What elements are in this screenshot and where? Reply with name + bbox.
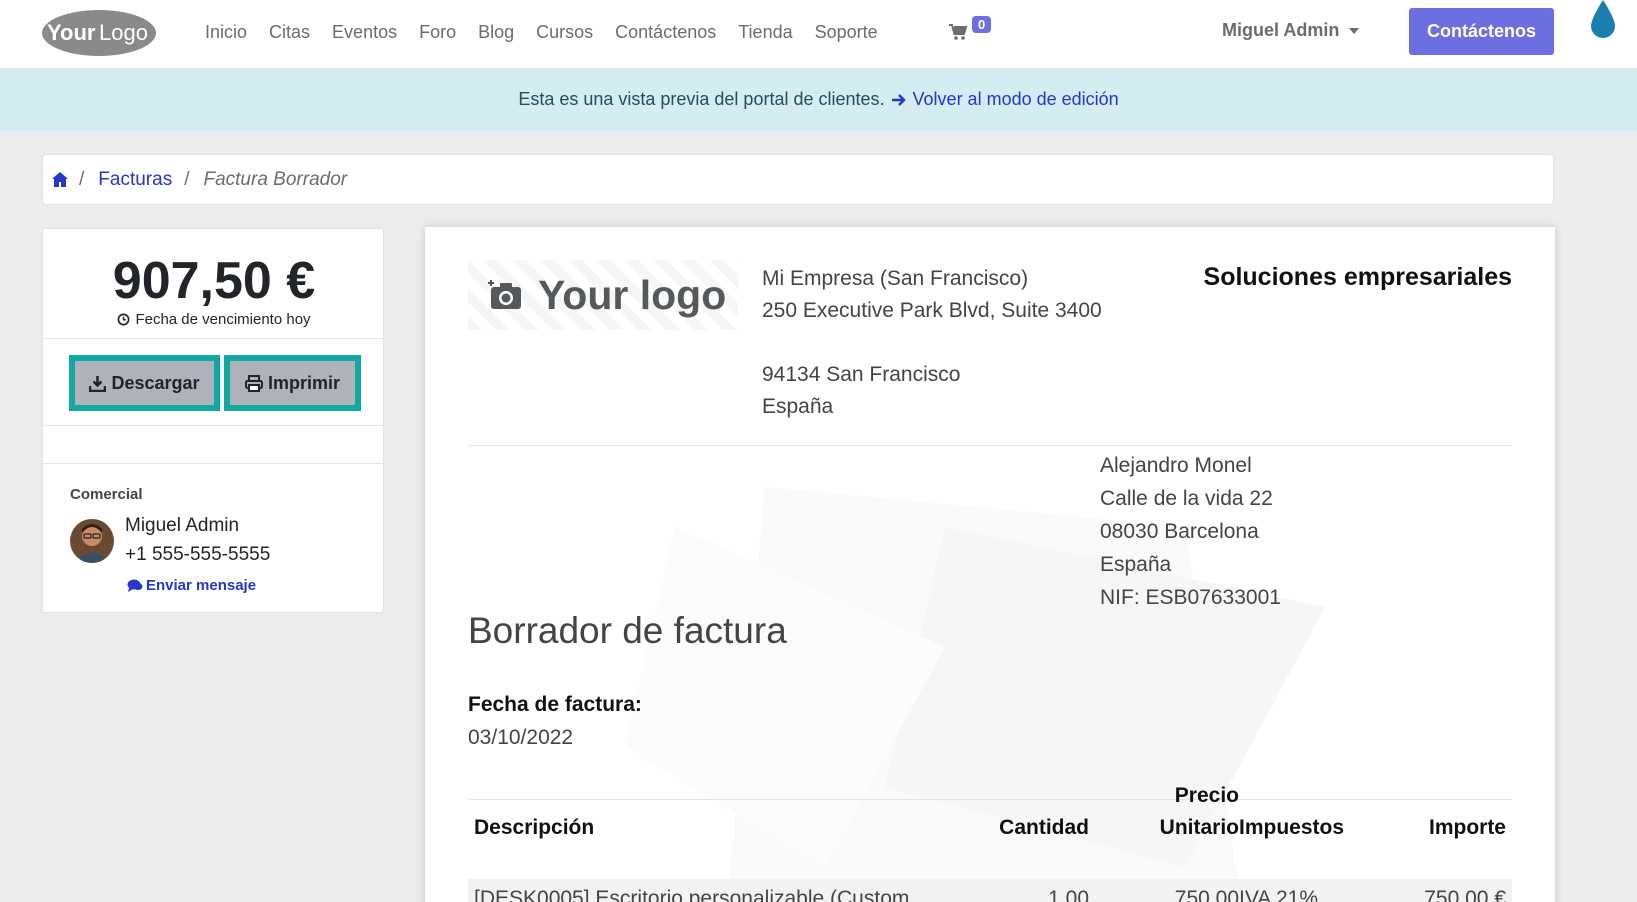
invoice-date: 03/10/2022: [468, 726, 574, 749]
customer-country: España: [1100, 553, 1172, 576]
company-city: 94134 San Francisco: [762, 363, 961, 386]
column-header-unit-price-line1: Precio: [1174, 784, 1239, 807]
salesperson-name: Miguel Admin: [125, 515, 240, 536]
nav-tienda[interactable]: Tienda: [738, 20, 792, 44]
invoice-document: Your logo Mi Empresa (San Francisco) 250…: [425, 227, 1555, 902]
row-taxes: IVA 21%: [1239, 887, 1318, 902]
customer-city: 08030 Barcelona: [1100, 520, 1259, 543]
salesperson-label: Comercial: [70, 486, 143, 503]
caret-down-icon: [1349, 27, 1360, 34]
company-logo-placeholder: Your logo: [468, 260, 738, 330]
water-drop-icon[interactable]: [1588, 0, 1618, 40]
divider: [468, 799, 1512, 800]
arrow-right-icon: [891, 93, 906, 106]
breadcrumb-separator: /: [79, 168, 85, 190]
divider: [43, 338, 385, 339]
contact-us-button[interactable]: Contáctenos: [1409, 8, 1554, 55]
invoice-title: Borrador de factura: [468, 610, 787, 651]
nav-blog[interactable]: Blog: [478, 20, 514, 44]
due-date: Fecha de vencimiento hoy: [43, 311, 385, 328]
company-address: Mi Empresa (San Francisco) 250 Executive…: [762, 263, 1102, 423]
column-header-taxes: Impuestos: [1239, 816, 1345, 839]
download-icon: [89, 375, 107, 392]
company-name: Mi Empresa (San Francisco): [762, 267, 1029, 290]
user-menu-dropdown[interactable]: Miguel Admin: [1222, 20, 1360, 41]
nav-eventos[interactable]: Eventos: [332, 20, 397, 44]
send-message-label: Enviar mensaje: [146, 577, 257, 594]
svg-text:Your: Your: [47, 20, 96, 45]
nav-contactenos[interactable]: Contáctenos: [615, 20, 716, 44]
print-label: Imprimir: [267, 372, 341, 393]
company-country: España: [762, 395, 834, 418]
download-button[interactable]: Descargar: [69, 355, 220, 411]
clock-icon: [117, 313, 130, 326]
camera-icon: [488, 280, 521, 309]
customer-name: Alejandro Monel: [1100, 454, 1252, 477]
print-icon: [244, 374, 263, 392]
breadcrumb: / Facturas / Factura Borrador: [42, 154, 1554, 205]
comments-icon: [127, 579, 143, 592]
nav-inicio[interactable]: Inicio: [205, 20, 247, 44]
salesperson-phone: +1 555-555-5555: [125, 544, 271, 565]
cart-icon[interactable]: [948, 22, 968, 42]
salesperson-avatar: [70, 519, 114, 563]
company-street: 250 Executive Park Blvd, Suite 3400: [762, 299, 1102, 322]
main-nav: Inicio Citas Eventos Foro Blog Cursos Co…: [205, 20, 900, 44]
column-header-quantity: Cantidad: [999, 816, 1089, 839]
svg-text:Logo: Logo: [99, 20, 148, 45]
nav-cursos[interactable]: Cursos: [536, 20, 593, 44]
breadcrumb-invoices-link[interactable]: Facturas: [98, 169, 172, 191]
row-unit-price: 750,00: [1174, 887, 1239, 902]
customer-address: Alejandro Monel Calle de la vida 22 0803…: [1100, 449, 1281, 614]
row-description: [DESK0005] Escritorio personalizable (Cu…: [474, 887, 910, 902]
brand-logo[interactable]: Your Logo: [41, 8, 161, 58]
cart-count-badge: 0: [972, 16, 992, 33]
preview-banner: Esta es una vista previa del portal de c…: [0, 68, 1637, 131]
column-header-amount: Importe: [1428, 816, 1506, 839]
invoice-summary-card: 907,50 € Fecha de vencimiento hoy Descar…: [42, 228, 385, 613]
breadcrumb-current: Factura Borrador: [203, 168, 348, 190]
divider: [43, 425, 385, 426]
send-message-link[interactable]: Enviar mensaje: [127, 577, 256, 594]
nav-soporte[interactable]: Soporte: [815, 20, 878, 44]
column-header-description: Descripción: [474, 816, 595, 839]
top-navbar: Your Logo Inicio Citas Eventos Foro Blog…: [0, 0, 1637, 68]
customer-vat: NIF: ESB07633001: [1100, 586, 1281, 609]
back-to-edit-link[interactable]: Volver al modo de edición: [891, 89, 1119, 110]
invoice-date-label: Fecha de factura:: [468, 693, 642, 716]
download-label: Descargar: [111, 372, 200, 393]
home-icon[interactable]: [51, 171, 69, 189]
breadcrumb-separator: /: [184, 168, 190, 190]
nav-foro[interactable]: Foro: [419, 20, 456, 44]
amount-due: 907,50 €: [112, 252, 316, 310]
customer-street: Calle de la vida 22: [1100, 487, 1273, 510]
logo-placeholder-text: Your logo: [538, 271, 727, 318]
divider: [468, 445, 1512, 446]
divider: [43, 463, 385, 464]
print-button[interactable]: Imprimir: [224, 355, 361, 411]
row-quantity: 1,00: [1048, 887, 1089, 902]
row-amount: 750,00 €: [1424, 887, 1506, 902]
user-name: Miguel Admin: [1222, 20, 1340, 40]
due-date-text: Fecha de vencimiento hoy: [135, 311, 311, 328]
back-to-edit-label: Volver al modo de edición: [912, 89, 1119, 109]
column-header-unit-price-line2: Unitario: [1159, 816, 1239, 839]
nav-citas[interactable]: Citas: [269, 20, 310, 44]
company-tagline: Soluciones empresariales: [1203, 263, 1512, 291]
preview-banner-text: Esta es una vista previa del portal de c…: [518, 89, 885, 109]
